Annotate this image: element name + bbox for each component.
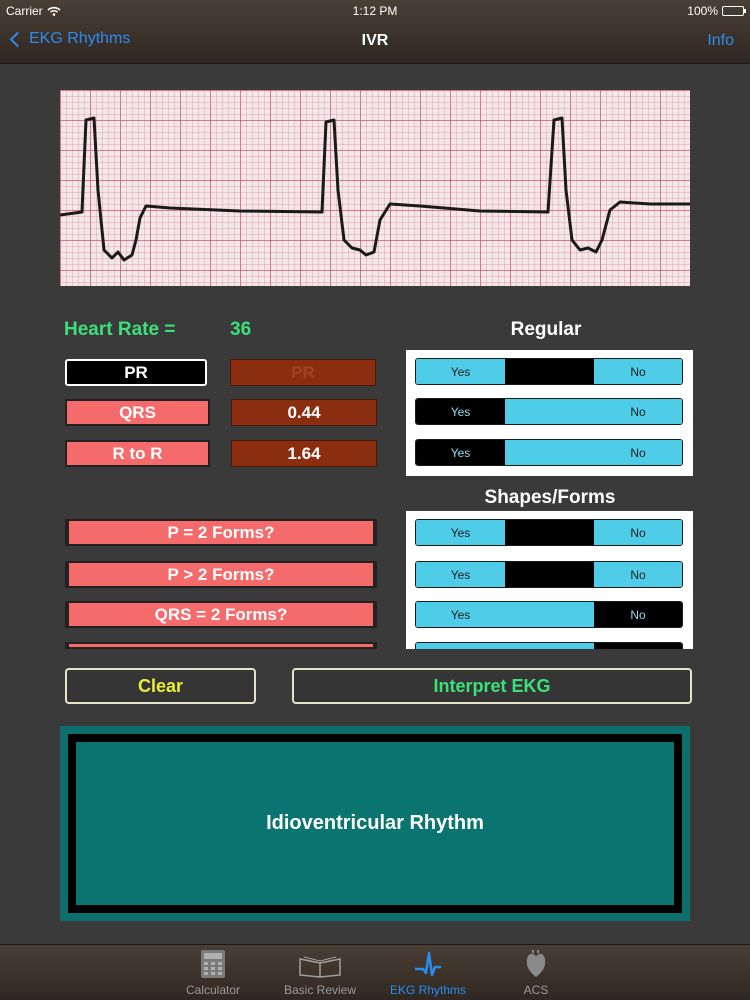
shapes-toggle-qrs-2[interactable]: Yes No (415, 601, 683, 628)
tab-label: Basic Review (283, 983, 357, 997)
calculator-icon (201, 950, 225, 978)
no-option[interactable]: No (594, 602, 682, 627)
toggle-middle (505, 602, 594, 627)
p-equals-2-forms-button[interactable]: P = 2 Forms? (65, 519, 377, 546)
tab-label: EKG Rhythms (389, 983, 467, 997)
tab-label: Calculator (185, 983, 241, 997)
ekg-strip-image (60, 90, 690, 286)
shapes-toggle-p-more[interactable]: Yes No (415, 561, 683, 588)
battery-icon (722, 6, 746, 16)
tab-acs[interactable]: ACS (486, 949, 586, 997)
next-form-button-partial[interactable] (65, 642, 377, 649)
battery-percent: 100% (687, 4, 718, 18)
no-option[interactable]: No (594, 520, 682, 545)
status-time: 1:12 PM (352, 4, 398, 18)
pr-button[interactable]: PR (65, 359, 207, 386)
result-text: Idioventricular Rhythm (76, 742, 674, 905)
yes-option[interactable]: Yes (416, 359, 505, 384)
no-option[interactable]: No (594, 399, 682, 424)
interpret-ekg-button[interactable]: Interpret EKG (292, 668, 692, 704)
regular-toggle-panel: Yes No Yes No Yes No (406, 350, 693, 476)
tab-calculator[interactable]: Calculator (163, 949, 263, 997)
clear-button[interactable]: Clear (65, 668, 256, 704)
shapes-toggle-panel: Yes No Yes No Yes No (406, 511, 693, 649)
yes-option[interactable] (416, 643, 505, 649)
yes-option[interactable]: Yes (416, 562, 505, 587)
yes-option[interactable]: Yes (416, 602, 505, 627)
ekg-wave-icon (415, 951, 441, 977)
tab-label: ACS (523, 983, 549, 997)
tab-basic-review[interactable]: Basic Review (270, 949, 370, 997)
shapes-toggle-partial[interactable] (415, 642, 683, 649)
regular-toggle-qrs[interactable]: Yes No (415, 398, 683, 425)
tab-bar: Calculator Basic Review EKG Rhythms ACS (0, 944, 750, 1000)
heart-rate-label: Heart Rate = (64, 319, 176, 340)
no-option[interactable]: No (594, 440, 682, 465)
toggle-middle (505, 562, 594, 587)
heart-icon (526, 950, 546, 977)
toggle-middle (505, 440, 594, 465)
r-to-r-value-field[interactable]: 1.64 (231, 440, 377, 467)
shapes-forms-title: Shapes/Forms (484, 487, 616, 508)
result-border: Idioventricular Rhythm (68, 734, 682, 913)
yes-option[interactable]: Yes (416, 440, 505, 465)
regular-title: Regular (510, 319, 582, 340)
heart-rate-value: 36 (230, 319, 252, 340)
book-icon (299, 956, 341, 978)
toggle-middle (505, 520, 594, 545)
r-to-r-button[interactable]: R to R (65, 440, 210, 467)
pr-value-field[interactable]: PR (230, 359, 376, 386)
qrs-button[interactable]: QRS (65, 399, 210, 426)
regular-toggle-rr[interactable]: Yes No (415, 439, 683, 466)
toggle-middle (505, 399, 594, 424)
result-panel: Idioventricular Rhythm (60, 726, 690, 921)
shapes-toggle-p-2[interactable]: Yes No (415, 519, 683, 546)
toggle-middle (505, 643, 594, 649)
info-button[interactable]: Info (707, 32, 734, 50)
status-right: 100% (687, 4, 746, 18)
p-greater-2-forms-button[interactable]: P > 2 Forms? (65, 561, 377, 588)
top-bar: Carrier 1:12 PM 100% EKG Rhythms IVR Inf… (0, 0, 750, 64)
page-title: IVR (361, 32, 389, 49)
yes-option[interactable]: Yes (416, 520, 505, 545)
tab-ekg-rhythms[interactable]: EKG Rhythms (378, 949, 478, 997)
toggle-middle (505, 359, 594, 384)
yes-option[interactable]: Yes (416, 399, 505, 424)
no-option[interactable]: No (594, 359, 682, 384)
qrs-value-field[interactable]: 0.44 (231, 399, 377, 426)
regular-toggle-pr[interactable]: Yes No (415, 358, 683, 385)
no-option[interactable]: No (594, 562, 682, 587)
ekg-waveform (60, 116, 690, 262)
no-option[interactable] (594, 643, 682, 649)
qrs-equals-2-forms-button[interactable]: QRS = 2 Forms? (65, 601, 377, 628)
